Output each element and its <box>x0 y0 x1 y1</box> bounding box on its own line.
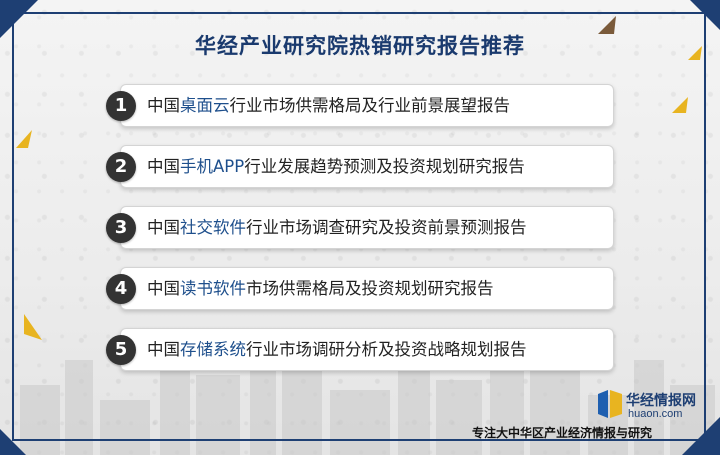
report-highlight: 存储系统 <box>180 340 246 359</box>
report-title: 中国桌面云行业市场供需格局及行业前景展望报告 <box>147 96 510 115</box>
number-badge-5: 5 <box>106 335 136 365</box>
number-badge-2: 2 <box>106 152 136 182</box>
report-highlight: 手机APP <box>180 157 245 176</box>
report-highlight: 读书软件 <box>180 279 246 298</box>
huaon-logo-icon <box>598 390 622 418</box>
triangle-decoration <box>16 130 32 148</box>
logo-name: 华经情报网 <box>626 393 696 409</box>
logo-domain: huaon.com <box>628 408 683 420</box>
number-badge-4: 4 <box>106 274 136 304</box>
report-title: 中国存储系统行业市场调研分析及投资战略规划报告 <box>147 340 527 359</box>
page-title: 华经产业研究院热销研究报告推荐 <box>195 34 525 58</box>
number-badge-1: 1 <box>106 91 136 121</box>
report-title: 中国读书软件市场供需格局及投资规划研究报告 <box>147 279 494 298</box>
report-title: 中国社交软件行业市场调查研究及投资前景预测报告 <box>147 218 527 237</box>
tagline: 专注大中华区产业经济情报与研究 <box>472 426 653 440</box>
triangle-decoration <box>672 97 688 113</box>
report-item-1[interactable]: 中国桌面云行业市场供需格局及行业前景展望报告 <box>120 84 614 127</box>
number-badge-3: 3 <box>106 213 136 243</box>
triangle-decoration <box>24 314 42 340</box>
report-highlight: 社交软件 <box>180 218 246 237</box>
report-item-2[interactable]: 中国手机APP行业发展趋势预测及投资规划研究报告 <box>120 145 614 188</box>
report-item-5[interactable]: 中国存储系统行业市场调研分析及投资战略规划报告 <box>120 328 614 371</box>
report-item-3[interactable]: 中国社交软件行业市场调查研究及投资前景预测报告 <box>120 206 614 249</box>
report-title: 中国手机APP行业发展趋势预测及投资规划研究报告 <box>147 157 525 176</box>
report-item-4[interactable]: 中国读书软件市场供需格局及投资规划研究报告 <box>120 267 614 310</box>
report-highlight: 桌面云 <box>180 96 230 115</box>
